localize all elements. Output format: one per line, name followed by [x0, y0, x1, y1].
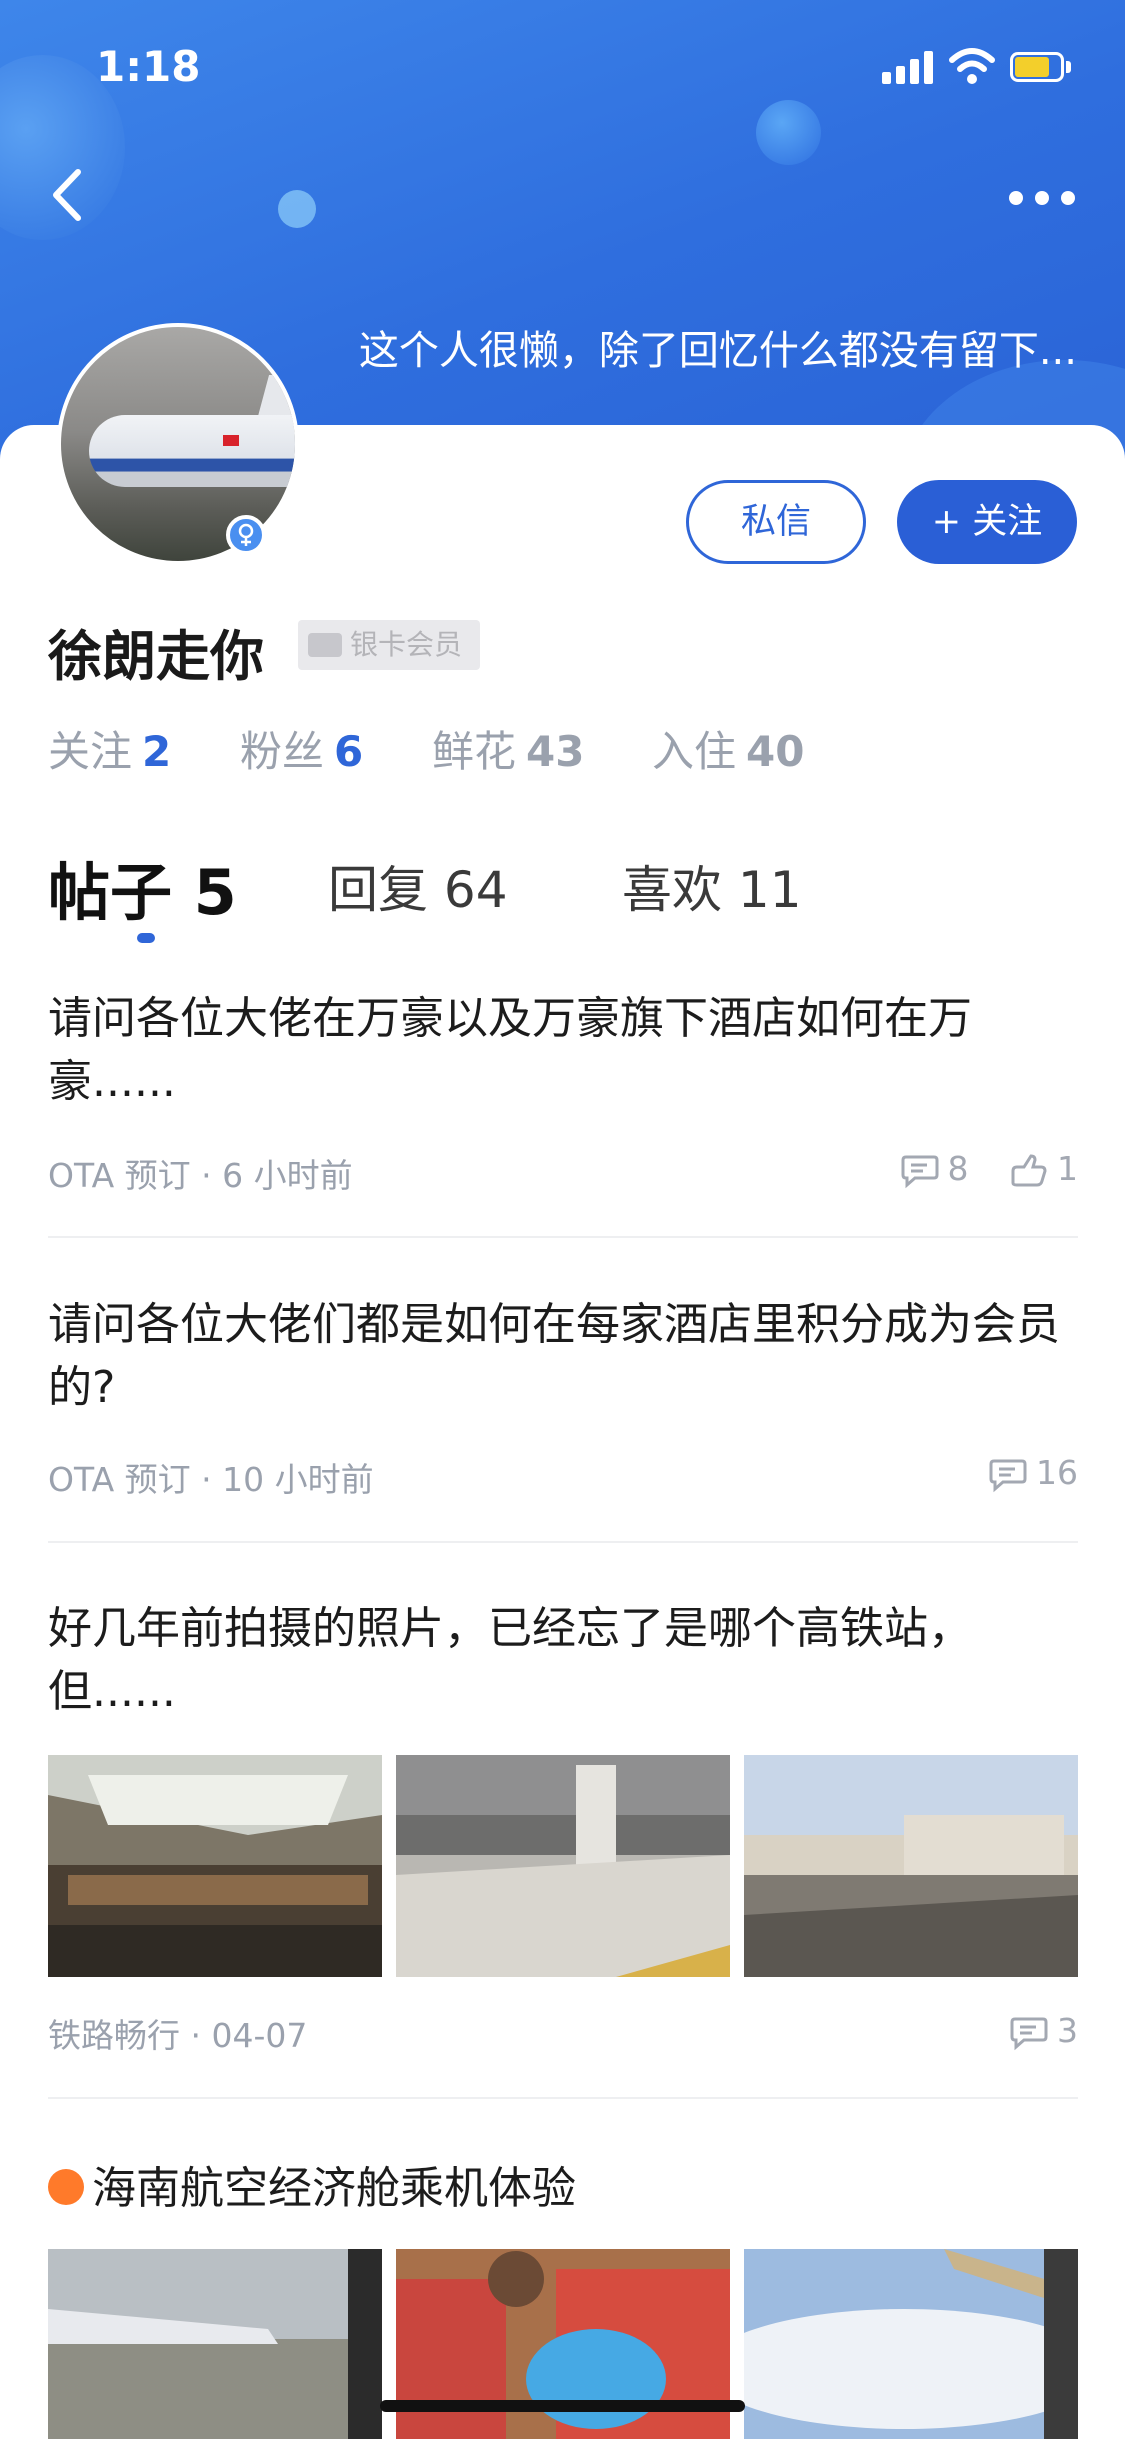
tab-likes[interactable]: 喜欢 11 [622, 850, 802, 922]
post-meta: OTA 预订 · 10 小时前 [48, 1460, 374, 1499]
hot-icon: HOT [48, 2169, 84, 2218]
stat-following[interactable]: 关注 2 [48, 718, 171, 779]
stat-flowers: 鲜花 43 [432, 727, 585, 776]
comment-icon [989, 1459, 1027, 1492]
post-item[interactable]: 好几年前拍摄的照片，已经忘了是哪个高铁站，但...... 铁路畅行 · 04-0… [48, 1597, 1078, 2067]
comment-icon [901, 1155, 938, 1188]
post-meta: 铁路畅行 · 04-07 [48, 2016, 308, 2055]
comment-count[interactable]: 8 [900, 1149, 969, 1189]
gender-female-icon [226, 515, 266, 555]
tab-indicator [137, 933, 155, 943]
post-image[interactable] [744, 1755, 1078, 1977]
stat-checkins: 入住 40 [652, 727, 805, 776]
wifi-icon [949, 48, 995, 84]
post-stats: 8 1 [870, 1149, 1078, 1189]
card-icon [308, 633, 342, 657]
post-stats: 16 [958, 1453, 1078, 1493]
message-button[interactable]: 私信 [686, 480, 866, 564]
more-options-button[interactable] [1005, 175, 1080, 219]
post-item[interactable]: 请问各位大佬在万豪以及万豪旗下酒店如何在万豪...... OTA 预订 · 6 … [48, 987, 1078, 1195]
comment-count[interactable]: 16 [988, 1453, 1078, 1493]
like-count[interactable]: 1 [1009, 1149, 1078, 1189]
signal-icon [882, 50, 934, 84]
tab-posts[interactable]: 帖子 5 [48, 842, 237, 932]
post-item[interactable]: HOT 海南航空经济舱乘机体验 [48, 2157, 1078, 2439]
post-meta: OTA 预订 · 6 小时前 [48, 1156, 353, 1195]
post-title[interactable]: 请问各位大佬在万豪以及万豪旗下酒店如何在万豪...... [48, 987, 1078, 1113]
divider [48, 1236, 1078, 1238]
status-bar: 1:18 [0, 0, 1125, 130]
like-icon [1011, 1153, 1047, 1186]
post-title[interactable]: 请问各位大佬们都是如何在每家酒店里积分成为会员的? [48, 1293, 1078, 1419]
stat-followers[interactable]: 粉丝 6 [240, 718, 363, 779]
comment-icon [1010, 2017, 1048, 2050]
back-button[interactable] [38, 160, 98, 230]
divider [48, 1541, 1078, 1543]
post-title[interactable]: HOT 海南航空经济舱乘机体验 [48, 2157, 1078, 2220]
decor-bubble [278, 190, 316, 228]
username: 徐朗走你 [48, 625, 264, 688]
battery-icon [1010, 52, 1072, 82]
profile-bio: 这个人很懒，除了回忆什么都没有留下... [358, 328, 1077, 374]
follow-button[interactable]: + 关注 [897, 480, 1077, 564]
member-badge: 银卡会员 [298, 620, 480, 670]
tab-replies[interactable]: 回复 64 [328, 850, 508, 922]
post-image[interactable] [48, 1755, 382, 1977]
post-image[interactable] [48, 2249, 382, 2439]
post-title[interactable]: 好几年前拍摄的照片，已经忘了是哪个高铁站，但...... [48, 1597, 1078, 1723]
post-image[interactable] [744, 2249, 1078, 2439]
home-indicator[interactable] [380, 2400, 745, 2412]
post-stats: 3 [979, 2011, 1078, 2051]
status-time: 1:18 [96, 42, 201, 91]
comment-count[interactable]: 3 [1009, 2011, 1078, 2051]
post-image[interactable] [396, 1755, 730, 1977]
post-item[interactable]: 请问各位大佬们都是如何在每家酒店里积分成为会员的? OTA 预订 · 10 小时… [48, 1293, 1078, 1499]
divider [48, 2097, 1078, 2099]
